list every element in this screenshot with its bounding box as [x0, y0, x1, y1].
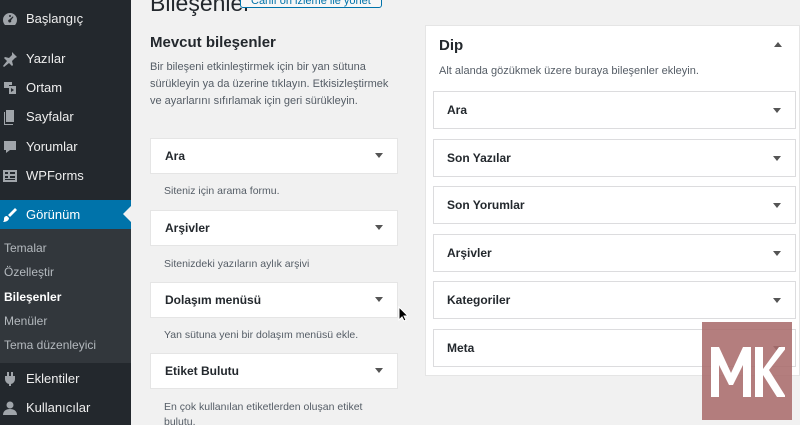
widget-area-description: Alt alanda gözükmek üzere buraya bileşen… — [439, 65, 699, 77]
caret-down-icon[interactable] — [773, 298, 781, 303]
widget-label: Ara — [447, 103, 468, 117]
menu-label: Ortam — [26, 80, 63, 95]
area-widget-search[interactable]: Ara — [433, 91, 796, 129]
active-indicator — [123, 206, 131, 222]
available-widgets-title: Mevcut bileşenler — [150, 34, 276, 51]
widget-navigation-menu[interactable]: Dolaşım menüsü — [150, 282, 398, 318]
mouse-cursor-icon — [398, 306, 408, 322]
watermark-logo — [702, 322, 792, 420]
widget-description: Siteniz için arama formu. — [164, 185, 280, 197]
widget-label: Dolaşım menüsü — [165, 293, 262, 307]
pin-icon — [2, 51, 18, 67]
caret-down-icon[interactable] — [773, 203, 781, 208]
menu-label: Görünüm — [26, 207, 81, 222]
widget-area-title: Dip — [439, 37, 464, 54]
caret-down-icon[interactable] — [375, 153, 383, 158]
caret-down-icon[interactable] — [375, 368, 383, 373]
brush-icon — [2, 207, 18, 223]
menu-item-pages[interactable]: Sayfalar — [0, 102, 131, 131]
widget-search[interactable]: Ara — [150, 138, 398, 174]
widget-label: Arşivler — [165, 221, 210, 235]
menu-label: Yorumlar — [26, 139, 78, 154]
widget-label: Meta — [447, 341, 475, 355]
forms-icon — [2, 168, 18, 184]
pages-icon — [2, 109, 18, 125]
menu-item-appearance[interactable]: Görünüm — [0, 200, 131, 229]
caret-down-icon[interactable] — [375, 297, 383, 302]
area-widget-archives[interactable]: Arşivler — [433, 234, 796, 272]
live-preview-button[interactable]: Canlı ön izleme ile yönet — [240, 0, 382, 8]
widget-label: Etiket Bulutu — [165, 364, 239, 378]
widget-description: En çok kullanılan etiketlerden oluşan et… — [164, 401, 363, 425]
comments-icon — [2, 139, 18, 155]
area-widget-recent-posts[interactable]: Son Yazılar — [433, 139, 796, 177]
caret-down-icon[interactable] — [773, 156, 781, 161]
submenu-widgets[interactable]: Bileşenler — [4, 290, 61, 304]
media-icon — [2, 80, 18, 96]
menu-label: Başlangıç — [26, 11, 84, 26]
menu-label: Sayfalar — [26, 109, 74, 124]
submenu-menus[interactable]: Menüler — [4, 314, 47, 328]
menu-item-users[interactable]: Kullanıcılar — [0, 393, 131, 422]
menu-item-dashboard[interactable]: Başlangıç — [0, 4, 131, 33]
widget-description: Yan sütuna yeni bir dolaşım menüsü ekle. — [164, 329, 359, 341]
caret-down-icon[interactable] — [773, 251, 781, 256]
appearance-submenu: Temalar Özelleştir Bileşenler Menüler Te… — [0, 229, 131, 363]
widget-description: Sitenizdeki yazıların aylık arşivi — [164, 258, 310, 270]
caret-down-icon[interactable] — [773, 108, 781, 113]
caret-up-icon[interactable] — [774, 42, 782, 47]
widget-tag-cloud[interactable]: Etiket Bulutu — [150, 353, 398, 389]
caret-down-icon[interactable] — [375, 225, 383, 230]
page-title: Bileşenler — [150, 0, 251, 16]
menu-item-plugins[interactable]: Eklentiler — [0, 364, 131, 393]
submenu-customize[interactable]: Özelleştir — [4, 265, 54, 279]
plugin-icon — [2, 371, 18, 387]
menu-item-comments[interactable]: Yorumlar — [0, 132, 131, 161]
menu-label: Eklentiler — [26, 371, 80, 386]
menu-item-posts[interactable]: Yazılar — [0, 44, 131, 73]
widget-label: Son Yorumlar — [447, 198, 525, 212]
admin-sidebar: Başlangıç Yazılar Ortam Sayfalar Yorumla… — [0, 0, 131, 425]
menu-item-wpforms[interactable]: WPForms — [0, 161, 131, 190]
widget-label: Ara — [165, 149, 186, 163]
dashboard-icon — [2, 11, 18, 27]
widget-archives[interactable]: Arşivler — [150, 210, 398, 246]
menu-label: WPForms — [26, 168, 84, 183]
widget-label: Son Yazılar — [447, 151, 511, 165]
menu-label: Kullanıcılar — [26, 400, 91, 415]
widget-label: Kategoriler — [447, 293, 511, 307]
submenu-themes[interactable]: Temalar — [4, 241, 47, 255]
user-icon — [2, 400, 18, 416]
available-widgets-description: Bir bileşeni etkinleştirmek için bir yan… — [150, 61, 389, 107]
mk-logo-icon — [711, 347, 785, 397]
widget-label: Arşivler — [447, 246, 492, 260]
menu-item-media[interactable]: Ortam — [0, 73, 131, 102]
submenu-theme-editor[interactable]: Tema düzenleyici — [4, 338, 96, 352]
menu-label: Yazılar — [26, 51, 66, 66]
area-widget-recent-comments[interactable]: Son Yorumlar — [433, 186, 796, 224]
area-widget-categories[interactable]: Kategoriler — [433, 281, 796, 319]
